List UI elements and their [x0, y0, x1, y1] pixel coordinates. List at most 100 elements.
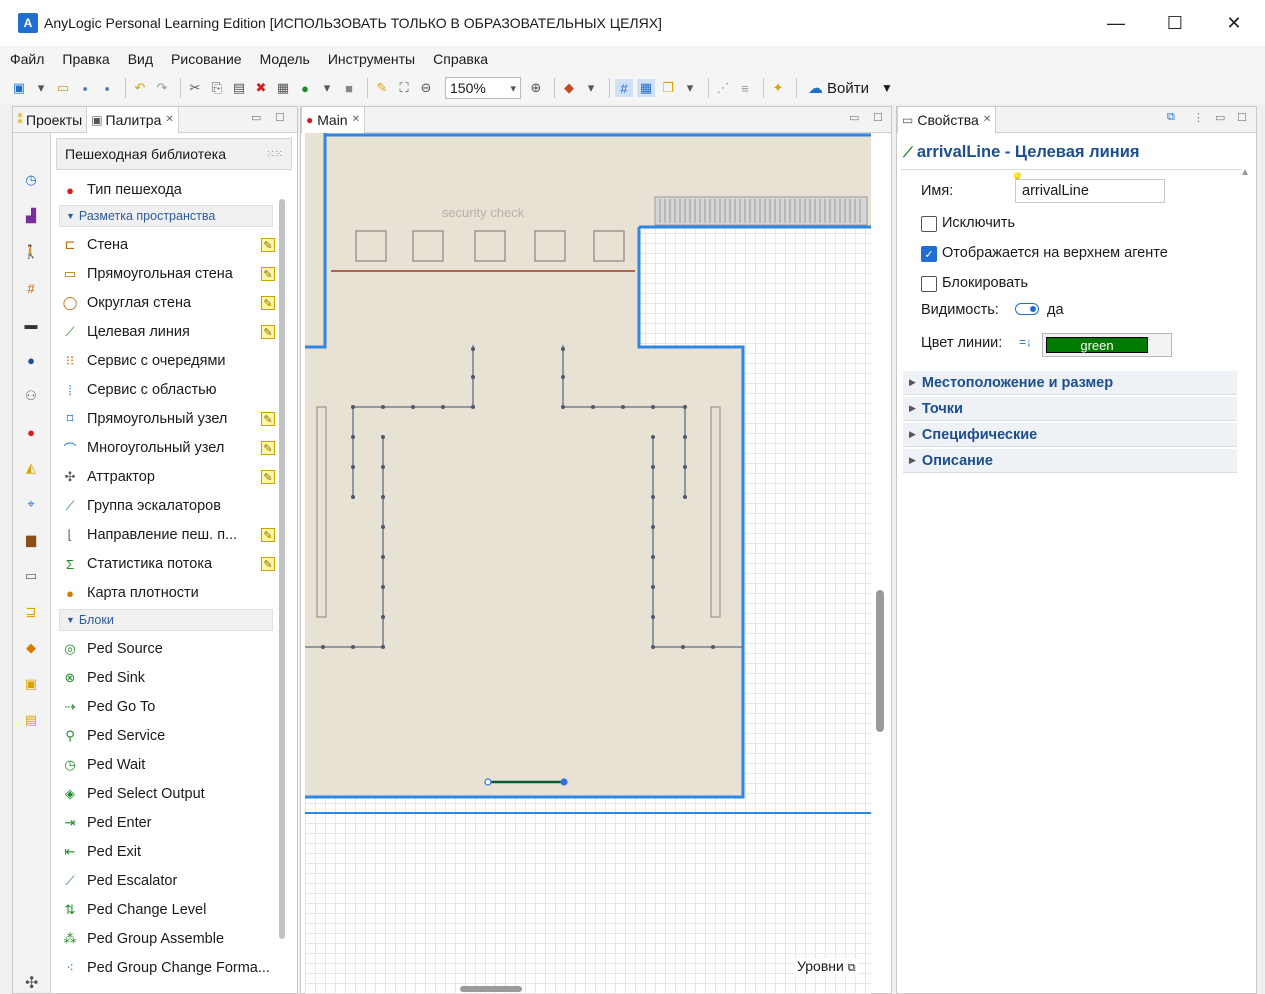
palette-item-wall[interactable]: ⊏ Стена ✎ — [59, 232, 275, 258]
copy-icon[interactable]: ⎘ — [208, 79, 226, 97]
rail-icon[interactable]: # — [22, 279, 40, 297]
menu-model[interactable]: Модель — [260, 51, 310, 67]
align-icon[interactable]: ⋰ — [714, 79, 732, 97]
palette-item-ped-select-output[interactable]: ◈ Ped Select Output — [59, 781, 273, 807]
palette-item-rect-wall[interactable]: ▭ Прямоугольная стена ✎ — [59, 261, 275, 287]
menu-view[interactable]: Вид — [128, 51, 153, 67]
palette-item-ped-type[interactable]: ● Тип пешехода — [59, 177, 273, 203]
wizard-icon[interactable]: ✦ — [769, 79, 787, 97]
menu-edit[interactable]: Правка — [62, 51, 109, 67]
save-all-icon[interactable]: ▪ — [98, 79, 116, 97]
section-blocks[interactable]: ▼ Блоки — [59, 609, 273, 631]
palette-item-density-map[interactable]: ● Карта плотности — [59, 580, 273, 606]
palette-item-ped-group-change-formation[interactable]: ⁖ Ped Group Change Forma... — [59, 955, 273, 981]
palette-item-ped-enter[interactable]: ⇥ Ped Enter — [59, 810, 273, 836]
minimize-icon[interactable]: ▭ — [1215, 111, 1225, 124]
palette-item-rect-node[interactable]: ⌑ Прямоугольный узел ✎ — [59, 406, 275, 432]
layers-icon[interactable]: ❐ — [659, 79, 677, 97]
section-points[interactable]: ▶ Точки — [903, 397, 1237, 421]
palette-item-flow-stats[interactable]: Σ Статистика потока ✎ — [59, 551, 275, 577]
pencil-edit-icon[interactable]: ✎ — [261, 238, 275, 252]
stop-icon[interactable]: ■ — [340, 79, 358, 97]
agent-type-icon[interactable]: ● — [22, 423, 40, 441]
palette-item-target-line[interactable]: ⟋ Целевая линия ✎ — [59, 319, 275, 345]
distribute-icon[interactable]: ≡ — [736, 79, 754, 97]
factory-icon[interactable]: ▟ — [22, 207, 40, 225]
add-icon[interactable]: ✣ — [25, 973, 38, 993]
palette-item-queue-service[interactable]: ⁝⁝ Сервис с очередями — [59, 348, 273, 374]
pencil-edit-icon[interactable]: ✎ — [261, 470, 275, 484]
dropdown-arrow-icon[interactable]: ▾ — [32, 79, 50, 97]
section-description[interactable]: ▶ Описание — [903, 449, 1237, 473]
tab-properties[interactable]: ▭ Свойства ✕ — [897, 106, 997, 133]
minimize-icon[interactable]: ▭ — [251, 111, 261, 124]
pencil-edit-icon[interactable]: ✎ — [261, 528, 275, 542]
save-icon[interactable]: ▪ — [76, 79, 94, 97]
zoom-select[interactable]: 150% ▾ — [445, 77, 521, 99]
menu-help[interactable]: Справка — [433, 51, 488, 67]
close-button[interactable]: ✕ — [1205, 0, 1263, 46]
undo-icon[interactable]: ↶ — [131, 79, 149, 97]
pictures-icon[interactable]: ◆ — [22, 639, 40, 657]
palette-item-area-service[interactable]: ⁞ Сервис с областью — [59, 377, 273, 403]
menu-file[interactable]: Файл — [10, 51, 44, 67]
levels-button[interactable]: Уровни ⧉ — [795, 958, 858, 975]
zoom-fit-icon[interactable]: ⛶ — [395, 79, 413, 97]
presentation-icon[interactable]: ◭ — [22, 459, 40, 477]
pencil-edit-icon[interactable]: ✎ — [261, 557, 275, 571]
palette-item-escalator-group[interactable]: ⟋ Группа эскалаторов — [59, 493, 273, 519]
palette-item-ped-exit[interactable]: ⇤ Ped Exit — [59, 839, 273, 865]
arrival-line-end-handle[interactable] — [560, 778, 568, 786]
palette-item-ped-wait[interactable]: ◷ Ped Wait — [59, 752, 273, 778]
pencil-edit-icon[interactable]: ✎ — [261, 441, 275, 455]
palette-item-polygon-node[interactable]: ⌒ Многоугольный узел ✎ — [59, 435, 275, 461]
zoom-in-icon[interactable]: ⊕ — [527, 79, 545, 97]
cut-icon[interactable]: ✂ — [186, 79, 204, 97]
palette-item-ped-source[interactable]: ◎ Ped Source — [59, 636, 273, 662]
controls-icon[interactable]: ▭ — [22, 567, 40, 585]
palette-item-attractor[interactable]: ✣ Аттрактор ✎ — [59, 464, 275, 490]
pencil-edit-icon[interactable]: ✎ — [261, 296, 275, 310]
close-icon[interactable]: ✕ — [983, 114, 991, 125]
tab-main[interactable]: ● Main ✕ — [301, 106, 365, 133]
name-field[interactable]: arrivalLine — [1015, 179, 1165, 203]
agent-icon[interactable]: ⚇ — [22, 387, 40, 405]
palette-item-ped-escalator[interactable]: ⟋ Ped Escalator — [59, 868, 273, 894]
section-location-size[interactable]: ▶ Местоположение и размер — [903, 371, 1237, 395]
maximize-icon[interactable]: ☐ — [1237, 111, 1247, 124]
dropdown-arrow-icon[interactable]: ▾ — [582, 79, 600, 97]
tab-palette[interactable]: ▣ Палитра ✕ — [86, 106, 179, 133]
section-space-markup[interactable]: ▼ Разметка пространства — [59, 205, 273, 227]
minimize-icon[interactable]: ▭ — [849, 111, 859, 124]
pencil-edit-icon[interactable]: ✎ — [261, 267, 275, 281]
palette-item-ped-group-assemble[interactable]: ⁂ Ped Group Assemble — [59, 926, 273, 952]
pedestrian-icon[interactable]: 🚶 — [22, 243, 40, 261]
minimize-button[interactable]: — — [1087, 0, 1145, 46]
line-color-picker[interactable]: green — [1042, 333, 1172, 357]
upper-agent-checkbox[interactable]: ✓ — [921, 246, 937, 262]
pencil-edit-icon[interactable]: ✎ — [261, 325, 275, 339]
palette-item-ped-sink[interactable]: ⊗ Ped Sink — [59, 665, 273, 691]
view-grid-icon[interactable]: ⁙⁙ — [266, 149, 283, 160]
space-markup-icon[interactable]: ⌖ — [22, 495, 40, 513]
pencil-icon[interactable]: ✎ — [373, 79, 391, 97]
snap-grid-icon[interactable]: ▦ — [637, 79, 655, 97]
close-icon[interactable]: ✕ — [352, 114, 360, 125]
section-specific[interactable]: ▶ Специфические — [903, 423, 1237, 447]
dropdown-arrow-icon[interactable]: ▾ — [318, 79, 336, 97]
scroll-up-icon[interactable]: ▲ — [1240, 167, 1250, 178]
maximize-button[interactable]: ☐ — [1146, 0, 1204, 46]
grid-icon[interactable]: # — [615, 79, 633, 97]
run-icon[interactable]: ● — [296, 79, 314, 97]
open-window-icon[interactable]: ⧉ — [1167, 111, 1175, 124]
palette-scrollbar[interactable] — [279, 199, 285, 939]
palette-item-ped-service[interactable]: ⚲ Ped Service — [59, 723, 273, 749]
redo-icon[interactable]: ↷ — [153, 79, 171, 97]
connectivity-icon[interactable]: ⊒ — [22, 603, 40, 621]
color-palette-icon[interactable]: ◆ — [560, 79, 578, 97]
maximize-icon[interactable]: ☐ — [275, 111, 285, 124]
new-model-icon[interactable]: ▣ — [10, 79, 28, 97]
palette-item-round-wall[interactable]: ◯ Округлая стена ✎ — [59, 290, 275, 316]
visibility-toggle[interactable] — [1015, 303, 1039, 315]
menu-draw[interactable]: Рисование — [171, 51, 242, 67]
